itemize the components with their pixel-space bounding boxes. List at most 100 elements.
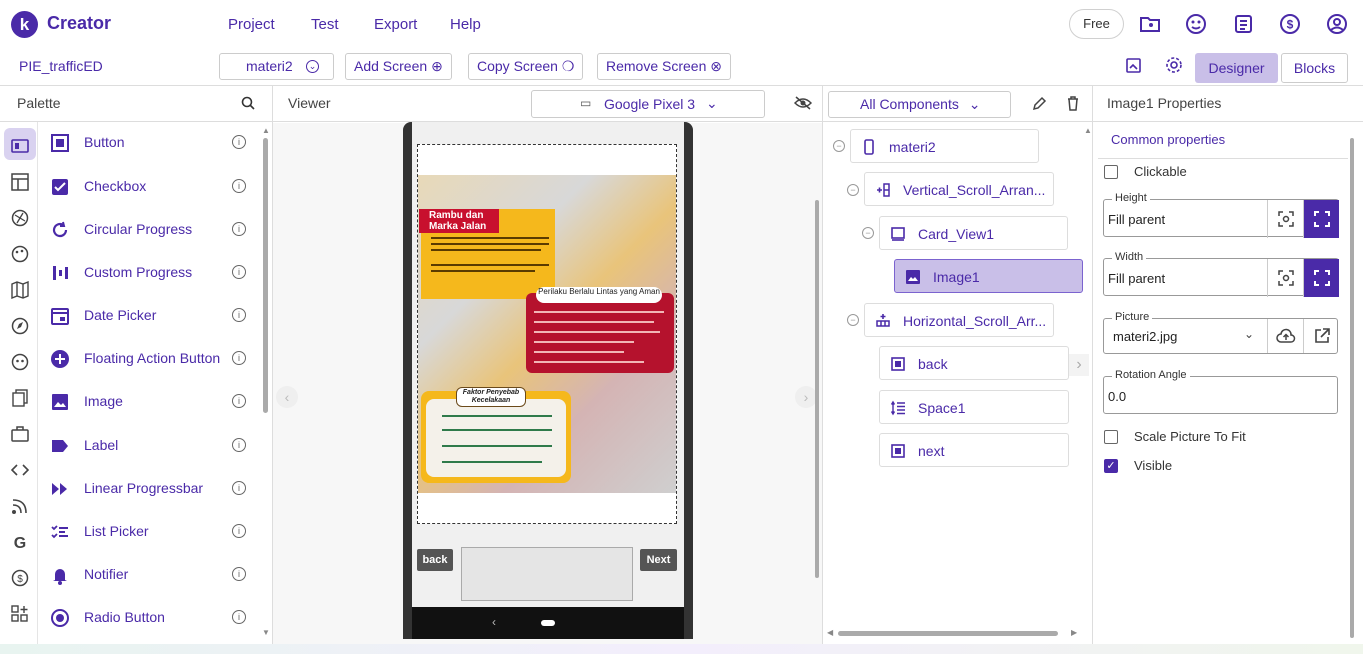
- scroll-up-icon[interactable]: ▲: [1084, 126, 1092, 135]
- menu-export[interactable]: Export: [374, 16, 417, 33]
- height-fill-button[interactable]: [1303, 200, 1339, 238]
- search-icon[interactable]: [241, 96, 255, 110]
- palette-item-floating-action-button[interactable]: Floating Action Button i: [48, 344, 258, 374]
- upload-button[interactable]: [1267, 319, 1303, 353]
- nav-home-icon[interactable]: [541, 620, 555, 626]
- layout-category-icon[interactable]: [11, 173, 29, 191]
- account-icon[interactable]: [1326, 13, 1348, 35]
- scroll-left-icon[interactable]: ◀: [827, 628, 833, 637]
- viewer-scrollbar[interactable]: [815, 200, 819, 578]
- dollar-icon[interactable]: $: [1279, 13, 1301, 35]
- palette-item-notifier[interactable]: Notifier i: [48, 560, 258, 590]
- next-button[interactable]: Next: [640, 549, 677, 571]
- device-select[interactable]: ▭ Google Pixel 3 ⌄: [531, 90, 765, 118]
- width-pick-button[interactable]: [1267, 259, 1303, 297]
- properties-section-title[interactable]: Common properties: [1111, 132, 1225, 147]
- trash-icon[interactable]: [1066, 96, 1080, 111]
- menu-project[interactable]: Project: [228, 16, 275, 33]
- image1[interactable]: Rambu dan Marka Jalan Perilaku Berlalu L…: [418, 175, 676, 493]
- tree-node-materi2[interactable]: materi2: [850, 129, 1039, 163]
- social-category-icon[interactable]: [11, 353, 29, 371]
- preview-icon[interactable]: [1125, 57, 1143, 75]
- prev-arrow-icon[interactable]: ‹: [276, 386, 298, 408]
- info-icon[interactable]: i: [232, 135, 246, 149]
- tree-node-card-view1[interactable]: Card_View1: [879, 216, 1068, 250]
- info-icon[interactable]: i: [232, 222, 246, 236]
- collapse-icon[interactable]: −: [847, 184, 859, 196]
- hide-icon[interactable]: [794, 96, 812, 110]
- tree-node-space1[interactable]: Space1: [879, 390, 1069, 424]
- info-icon[interactable]: i: [232, 179, 246, 193]
- picture-field[interactable]: Picture materi2.jpg ⌄: [1103, 311, 1339, 354]
- maps-category-icon[interactable]: [11, 281, 29, 299]
- collapse-icon[interactable]: −: [833, 140, 845, 152]
- width-field[interactable]: Width Fill parent: [1103, 251, 1339, 297]
- copy-screen-button[interactable]: Copy Screen ❍: [468, 53, 584, 80]
- expand-panel-icon[interactable]: ›: [1069, 354, 1089, 376]
- back-button[interactable]: back: [417, 549, 453, 571]
- components-filter[interactable]: All Components ⌄: [828, 91, 1011, 118]
- info-icon[interactable]: i: [232, 610, 246, 624]
- palette-scrollbar[interactable]: [263, 138, 268, 413]
- collapse-icon[interactable]: −: [862, 227, 874, 239]
- palette-item-custom-progress[interactable]: Custom Progress i: [48, 258, 258, 288]
- visible-checkbox[interactable]: ✓: [1104, 459, 1118, 473]
- nav-back-icon[interactable]: ‹: [492, 615, 496, 629]
- tree-node-next[interactable]: next: [879, 433, 1069, 467]
- next-arrow-icon[interactable]: ›: [795, 386, 817, 408]
- storage-category-icon[interactable]: [11, 389, 29, 407]
- google-category-icon[interactable]: G: [11, 533, 29, 551]
- user-interface-category-icon[interactable]: [11, 137, 29, 155]
- sensors-category-icon[interactable]: [11, 317, 29, 335]
- info-icon[interactable]: i: [232, 567, 246, 581]
- info-icon[interactable]: i: [232, 524, 246, 538]
- code-category-icon[interactable]: [11, 461, 29, 479]
- info-icon[interactable]: i: [232, 394, 246, 408]
- media-category-icon[interactable]: [11, 209, 29, 227]
- connectivity-category-icon[interactable]: [11, 425, 29, 443]
- app-name[interactable]: Creator: [47, 13, 111, 34]
- remove-screen-button[interactable]: Remove Screen ⊗: [597, 53, 732, 80]
- open-external-button[interactable]: [1303, 319, 1339, 353]
- palette-item-date-picker[interactable]: Date Picker i: [48, 301, 258, 331]
- info-icon[interactable]: i: [232, 481, 246, 495]
- feed-category-icon[interactable]: [11, 497, 29, 515]
- palette-item-label[interactable]: Label i: [48, 431, 258, 461]
- monetization-category-icon[interactable]: $: [11, 569, 29, 587]
- tree-node-vertical-scroll[interactable]: Vertical_Scroll_Arran...: [864, 172, 1054, 206]
- folder-star-icon[interactable]: [1139, 13, 1161, 35]
- pencil-icon[interactable]: [1032, 96, 1047, 111]
- palette-item-button[interactable]: Button i: [48, 128, 258, 158]
- palette-item-linear-progressbar[interactable]: Linear Progressbar i: [48, 474, 258, 504]
- tree-node-image1[interactable]: Image1: [894, 259, 1083, 293]
- scroll-right-icon[interactable]: ▶: [1071, 628, 1077, 637]
- info-icon[interactable]: i: [232, 308, 246, 322]
- plan-badge[interactable]: Free: [1069, 9, 1124, 39]
- menu-help[interactable]: Help: [450, 16, 481, 33]
- tab-designer[interactable]: Designer: [1195, 53, 1278, 83]
- info-icon[interactable]: i: [232, 438, 246, 452]
- info-icon[interactable]: i: [232, 265, 246, 279]
- tree-node-horizontal-scroll[interactable]: Horizontal_Scroll_Arr...: [864, 303, 1054, 337]
- library-icon[interactable]: [1232, 13, 1254, 35]
- height-pick-button[interactable]: [1267, 200, 1303, 238]
- properties-scrollbar[interactable]: [1350, 138, 1354, 638]
- width-fill-button[interactable]: [1303, 259, 1339, 297]
- scroll-down-icon[interactable]: ▼: [262, 628, 270, 637]
- gear-icon[interactable]: [1165, 56, 1183, 74]
- screen-select[interactable]: materi2 ⌄: [219, 53, 334, 80]
- add-screen-button[interactable]: Add Screen ⊕: [345, 53, 452, 80]
- gallery-icon[interactable]: [1185, 13, 1207, 35]
- chevron-down-icon[interactable]: ⌄: [1244, 327, 1254, 341]
- palette-item-list-picker[interactable]: List Picker i: [48, 517, 258, 547]
- extensions-category-icon[interactable]: [11, 605, 29, 623]
- tree-node-back[interactable]: back: [879, 346, 1069, 380]
- menu-test[interactable]: Test: [311, 16, 339, 33]
- drawing-category-icon[interactable]: [11, 245, 29, 263]
- palette-item-circular-progress[interactable]: Circular Progress i: [48, 215, 258, 245]
- info-icon[interactable]: i: [232, 351, 246, 365]
- tab-blocks[interactable]: Blocks: [1281, 53, 1348, 83]
- palette-item-image[interactable]: Image i: [48, 387, 258, 417]
- collapse-icon[interactable]: −: [847, 314, 859, 326]
- rotation-angle-field[interactable]: Rotation Angle 0.0: [1103, 369, 1338, 414]
